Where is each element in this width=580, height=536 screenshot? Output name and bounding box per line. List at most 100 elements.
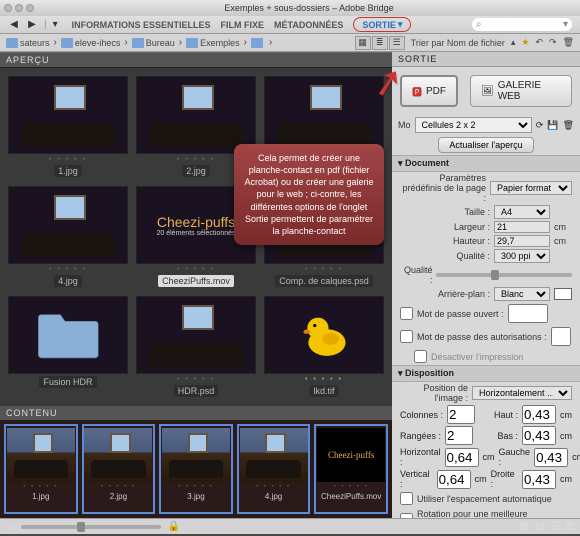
disable-print-check[interactable]: [414, 350, 427, 363]
dropdown-icon[interactable]: ▾: [53, 19, 58, 30]
film-thumb-3[interactable]: • • • • •4.jpg: [237, 424, 311, 514]
breadcrumb-bar: sateurs› eleve-ihecs› Bureau› Exemples› …: [0, 34, 580, 52]
autospace-check[interactable]: [400, 492, 413, 505]
duck-image: [264, 296, 384, 374]
left-input[interactable]: [534, 448, 568, 467]
rotate-cw-icon[interactable]: ↷: [549, 37, 557, 48]
view-mode-buttons[interactable]: ▦ ≣ ☰: [355, 36, 405, 50]
chevron-down-icon[interactable]: ▾: [563, 19, 568, 30]
papersize-select[interactable]: A4: [494, 205, 550, 219]
thumb-8[interactable]: • • • • •lkd.tif: [264, 296, 384, 398]
height-input[interactable]: [494, 235, 550, 247]
right-input[interactable]: [522, 470, 556, 489]
pwd-auth-input[interactable]: [551, 327, 571, 346]
filter-icon[interactable]: ▭: [6, 521, 15, 532]
width-input[interactable]: [494, 221, 550, 233]
view-thumb-icon[interactable]: ▤: [535, 521, 544, 532]
window-controls[interactable]: [4, 4, 34, 12]
thumb-7[interactable]: • • • • •HDR.psd: [136, 296, 256, 398]
rating-dots[interactable]: • • • • •: [49, 156, 87, 163]
cols-input[interactable]: [447, 405, 475, 424]
quality-slider[interactable]: [436, 273, 572, 277]
crumb-1[interactable]: eleve-ihecs: [61, 38, 121, 48]
thumb-3[interactable]: • • • • •4.jpg: [8, 186, 128, 288]
panel-sortie-header[interactable]: SORTIE: [392, 52, 580, 67]
sort-asc-icon[interactable]: ▴: [511, 37, 516, 48]
view-list-icon[interactable]: ☰: [551, 521, 560, 532]
model-select[interactable]: Cellules 2 x 2: [415, 117, 532, 133]
view-detail-icon[interactable]: ☰: [389, 36, 405, 50]
quality-select[interactable]: 300 ppi: [494, 249, 550, 263]
tab-metadata[interactable]: MÉTADONNÉES: [274, 20, 343, 30]
annotation-callout: Cela permet de créer une planche-contact…: [234, 144, 384, 245]
search-input[interactable]: [482, 20, 563, 30]
crumb-4[interactable]: [251, 38, 265, 48]
filmstrip[interactable]: • • • • •1.jpg • • • • •2.jpg • • • • •3…: [0, 420, 392, 518]
vspace-input[interactable]: [437, 470, 471, 489]
rating-dots[interactable]: • • • • •: [305, 266, 343, 273]
save-icon[interactable]: 💾: [547, 120, 558, 131]
minimize-icon[interactable]: [15, 4, 23, 12]
pwd-open-input[interactable]: [508, 304, 548, 323]
rating-dots[interactable]: • • • • •: [49, 266, 87, 273]
panel-contenu-header[interactable]: CONTENU: [0, 406, 392, 420]
view-detail-icon[interactable]: ≣: [566, 521, 574, 532]
thumb-0[interactable]: • • • • •1.jpg: [8, 76, 128, 178]
refresh-icon[interactable]: ⟳: [536, 120, 544, 131]
section-document[interactable]: Document: [392, 155, 580, 172]
folder-icon: [186, 38, 198, 48]
folder-icon: [132, 38, 144, 48]
star-icon[interactable]: ★: [521, 37, 529, 48]
search-input-wrap[interactable]: ⌕ ▾: [472, 18, 572, 31]
window-titlebar: Exemples + sous-dossiers – Adobe Bridge: [0, 0, 580, 16]
pwd-open-check[interactable]: [400, 307, 413, 320]
film-thumb-1[interactable]: • • • • •2.jpg: [82, 424, 156, 514]
close-icon[interactable]: [4, 4, 12, 12]
thumb-6[interactable]: Fusion HDR: [8, 296, 128, 398]
nav-forward-icon[interactable]: ▶: [26, 19, 38, 31]
rotate-check[interactable]: [400, 513, 413, 519]
tab-output[interactable]: SORTIE▾: [353, 17, 411, 32]
trash-icon[interactable]: 🗑: [563, 120, 574, 131]
film-thumb-2[interactable]: • • • • •3.jpg: [159, 424, 233, 514]
output-pdf-button[interactable]: 🅿PDF: [400, 75, 458, 107]
crumb-0[interactable]: sateurs: [6, 38, 50, 48]
model-label: Mo: [398, 120, 411, 130]
output-web-button[interactable]: 🖼GALERIE WEB: [470, 75, 572, 107]
pwd-auth-check[interactable]: [400, 330, 413, 343]
panel-apercu-header[interactable]: APERÇU: [0, 52, 392, 68]
bottom-input[interactable]: [522, 426, 556, 445]
imagepos-select[interactable]: Horizontalement ...: [472, 386, 572, 400]
tab-filmstrip[interactable]: FILM FIXE: [220, 20, 264, 30]
output-panel: SORTIE 🅿PDF 🖼GALERIE WEB Mo Cellules 2 x…: [392, 52, 580, 518]
preset-select[interactable]: Papier format int: [490, 181, 572, 195]
crumb-3[interactable]: Exemples: [186, 38, 240, 48]
bg-select[interactable]: Blanc: [494, 287, 550, 301]
view-grid-icon[interactable]: ▦: [355, 36, 371, 50]
zoom-icon[interactable]: [26, 4, 34, 12]
refresh-preview-button[interactable]: Actualiser l'aperçu: [438, 137, 533, 153]
rating-dots[interactable]: • • • • •: [177, 156, 215, 163]
film-thumb-0[interactable]: • • • • •1.jpg: [4, 424, 78, 514]
lock-icon[interactable]: 🔒: [167, 521, 179, 532]
crumb-2[interactable]: Bureau: [132, 38, 175, 48]
hspace-input[interactable]: [445, 448, 479, 467]
section-disposition[interactable]: Disposition: [392, 365, 580, 382]
film-thumb-4[interactable]: Cheezi-puffs• • • • •CheeziPuffs.mov: [314, 424, 388, 514]
folder-icon: [8, 296, 128, 374]
rows-input[interactable]: [445, 426, 473, 445]
trash-icon[interactable]: 🗑: [563, 37, 574, 48]
view-grid-icon[interactable]: ▦: [520, 521, 529, 532]
rating-dots[interactable]: • • • • •: [177, 376, 215, 383]
pdf-icon: 🅿: [412, 84, 422, 99]
view-list-icon[interactable]: ≣: [372, 36, 388, 50]
nav-back-icon[interactable]: ◀: [8, 19, 20, 31]
sort-label[interactable]: Trier par Nom de fichier: [411, 38, 505, 48]
rating-dots[interactable]: • • • • •: [177, 266, 215, 273]
tab-essentials[interactable]: INFORMATIONS ESSENTIELLES: [72, 20, 211, 30]
bg-swatch[interactable]: [554, 288, 572, 300]
thumb-size-slider[interactable]: [21, 525, 161, 529]
rating-dots[interactable]: • • • • •: [305, 376, 343, 383]
rotate-ccw-icon[interactable]: ↶: [535, 37, 543, 48]
top-input[interactable]: [522, 405, 556, 424]
